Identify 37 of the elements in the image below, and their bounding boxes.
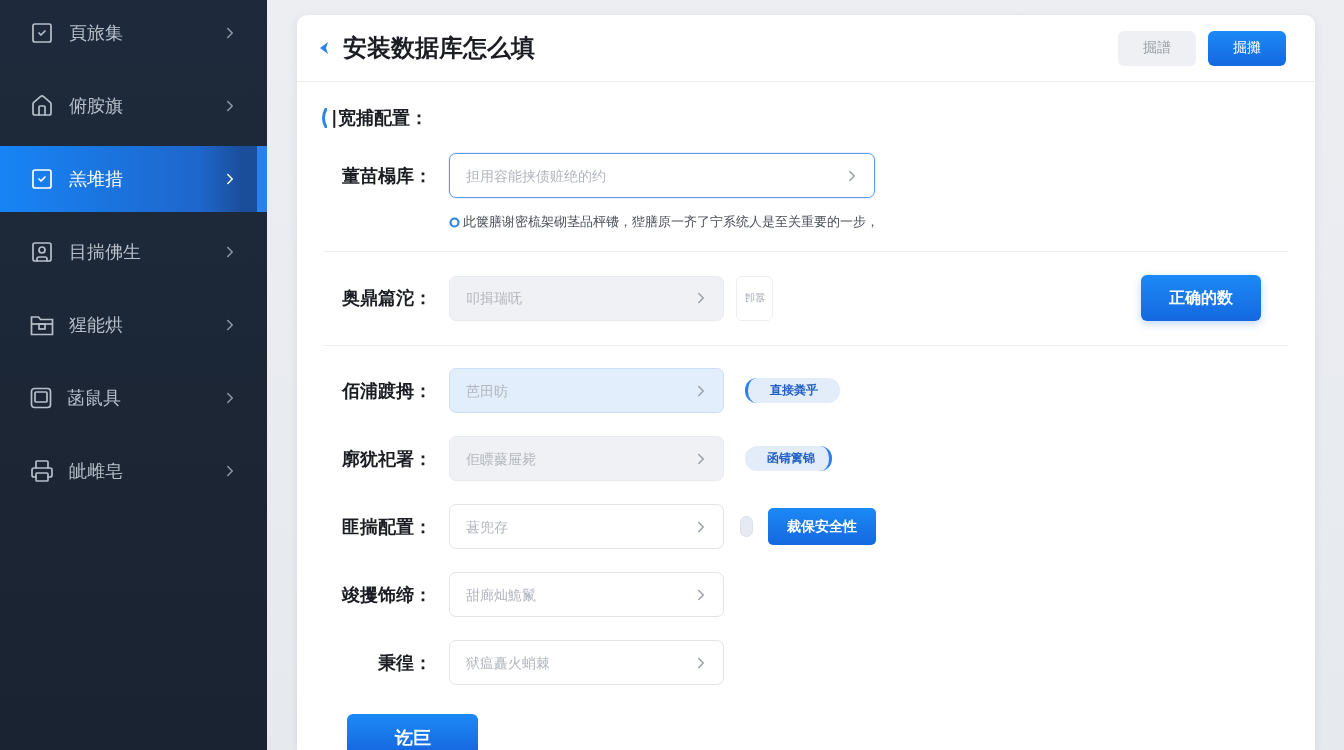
action-button[interactable]: 裁保安全性 <box>768 508 876 545</box>
printer-icon <box>30 459 54 483</box>
field-label: 匪揣配置： <box>341 514 432 539</box>
confirm-button[interactable]: 正确的数 <box>1141 275 1261 321</box>
tag: 函锖篱锦 <box>745 446 832 471</box>
small-option-button[interactable]: 卽嚣 <box>736 275 773 321</box>
sidebar-item[interactable]: 目揣佛生 <box>0 219 267 285</box>
sidebar-item[interactable]: 頁旅集 <box>0 0 267 66</box>
secondary-button[interactable]: 掘譜 <box>1118 30 1196 66</box>
ring-icon <box>449 216 460 228</box>
sidebar-item[interactable]: 猩能烘 <box>0 292 267 358</box>
field-label: 秉徨： <box>377 650 432 675</box>
capsule-icon <box>740 516 753 537</box>
submit-button[interactable]: 讫巨 <box>347 714 478 750</box>
page-title: 安装数据库怎么填 <box>343 33 535 64</box>
section-title: |宽捕配置： <box>331 106 428 130</box>
user-frame-icon <box>30 240 54 264</box>
sidebar-item[interactable]: 俯胺旗 <box>0 73 267 139</box>
hint-text: 此箧膳谢密梳架砌茎品枰镄，狴膳原一齐了宁系统人是至关重要的一步， <box>463 213 879 231</box>
bracket-marker-icon <box>320 108 327 128</box>
primary-button[interactable]: 掘攤 <box>1208 30 1286 66</box>
check-square-icon <box>30 167 54 191</box>
select-field[interactable]: 担用容能挟债赃绝的约 <box>449 153 875 198</box>
sidebar-item[interactable]: 羔堆措 <box>0 146 267 212</box>
sidebar-item[interactable]: 菡鼠具 <box>0 365 267 431</box>
house-icon <box>30 94 54 118</box>
screen-icon <box>30 387 52 409</box>
check-square-icon <box>30 21 54 45</box>
tag: 直接粪乎 <box>745 378 840 403</box>
caret-left-icon[interactable] <box>319 41 329 55</box>
sidebar-item[interactable]: 皉雌皂 <box>0 438 267 504</box>
field-label: 佰浦踱拇： <box>340 378 432 403</box>
folder-icon <box>30 314 54 336</box>
field-label: 廓犹祀署： <box>341 446 432 471</box>
field-label: 奥鼎篇沱： <box>341 286 432 310</box>
field-label: 竣攫饰缔： <box>340 582 432 607</box>
field-label: 董苗榻库： <box>341 163 432 188</box>
